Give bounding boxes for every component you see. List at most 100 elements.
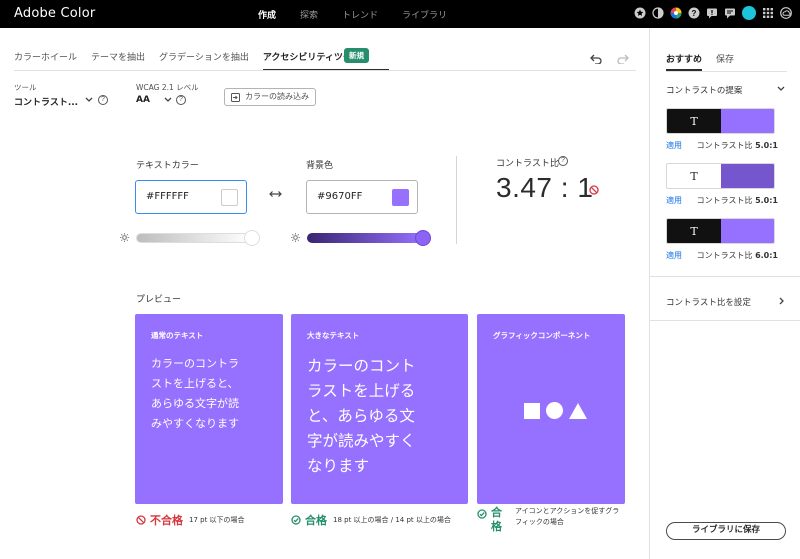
avatar[interactable] xyxy=(742,6,756,20)
top-bar: Adobe Color 作成 探索 トレンド ライブラリ ? xyxy=(0,0,800,28)
top-nav: 作成 探索 トレンド ライブラリ xyxy=(258,8,471,21)
chevron-down-icon[interactable] xyxy=(85,97,93,103)
tab-saved[interactable]: 保存 xyxy=(716,52,734,71)
card-sample-text: カラーのコントラ ストを上げると、 あらゆる文字が読 みやすくなります xyxy=(151,354,239,434)
chat-icon[interactable] xyxy=(724,7,736,19)
contrast-ratio-value: 3.47 : 1 xyxy=(496,172,594,203)
swap-colors-icon[interactable] xyxy=(269,190,282,198)
text-color-label: テキストカラー xyxy=(136,161,199,171)
suggestion-ratio: コントラスト比 6.0:1 xyxy=(697,250,778,261)
redo-icon[interactable] xyxy=(617,54,629,64)
help-icon[interactable]: ? xyxy=(558,156,568,166)
text-color-swatch[interactable] xyxy=(221,189,238,206)
suggestion-swatch[interactable]: T xyxy=(666,218,775,244)
large-text-result: 合格 18 pt 以上の場合 / 14 pt 以上の場合 xyxy=(291,512,451,528)
text-brightness-handle[interactable] xyxy=(244,230,260,246)
ratio-value: 5.0:1 xyxy=(755,196,778,205)
right-panel: おすすめ 保存 コントラストの提案 T 適用 コントラスト比 5.0:1 T 適… xyxy=(649,28,800,559)
import-colors-button[interactable]: カラーの読み込み xyxy=(224,88,316,106)
help-icon[interactable]: ? xyxy=(688,7,700,19)
card-text-line: なります xyxy=(307,457,370,475)
tab-extract-gradient[interactable]: グラデーションを抽出 xyxy=(159,50,249,71)
help-icon[interactable]: ? xyxy=(98,95,108,105)
preview-label: プレビュー xyxy=(136,295,182,305)
preview-card-normal-text: 通常のテキスト カラーのコントラ ストを上げると、 あらゆる文字が読 みやすくな… xyxy=(135,314,283,504)
triangle-icon xyxy=(569,402,587,419)
fail-icon xyxy=(589,185,599,195)
background-color-hex-input[interactable]: #9670FF xyxy=(306,180,418,214)
chevron-down-icon[interactable] xyxy=(164,97,172,103)
ratio-label: コントラスト比 xyxy=(696,141,753,150)
text-brightness-slider[interactable] xyxy=(136,233,252,243)
background-color-swatch[interactable] xyxy=(392,189,409,206)
color-wheel-icon[interactable] xyxy=(670,7,682,19)
undo-icon[interactable] xyxy=(590,54,602,64)
nav-libraries[interactable]: ライブラリ xyxy=(402,8,447,21)
card-title: 通常のテキスト xyxy=(151,331,204,340)
right-tabs-divider xyxy=(666,71,787,72)
help-icon[interactable]: ? xyxy=(176,95,186,105)
app-title[interactable]: Adobe Color xyxy=(14,6,95,21)
star-icon[interactable] xyxy=(634,7,646,19)
brightness-icon xyxy=(291,233,300,242)
tab-extract-theme[interactable]: テーマを抽出 xyxy=(91,50,145,71)
suggestion-swatch[interactable]: T xyxy=(666,108,775,134)
suggestion-text-sample: T xyxy=(667,164,721,188)
card-text-line: カラーのコント xyxy=(307,357,416,375)
suggestion-row: 適用 コントラスト比 5.0:1 xyxy=(666,195,778,206)
result-status: 不合格 xyxy=(150,514,183,527)
card-text-line: ストを上げると、 xyxy=(151,377,239,390)
ratio-value: 6.0:1 xyxy=(755,251,778,260)
top-icons: ? xyxy=(634,6,792,20)
text-color-hex-input[interactable]: #FFFFFF xyxy=(135,180,247,214)
suggestion-row: 適用 コントラスト比 6.0:1 xyxy=(666,250,778,261)
apply-link[interactable]: 適用 xyxy=(666,195,682,206)
panel-divider xyxy=(650,320,800,321)
square-icon xyxy=(524,402,540,419)
ratio-value: 5.0:1 xyxy=(755,141,778,150)
brightness-icon xyxy=(120,233,129,242)
suggestion-background xyxy=(721,164,774,188)
background-color-label: 背景色 xyxy=(306,161,334,171)
tab-color-wheel[interactable]: カラーホイール xyxy=(14,50,77,71)
suggestion-background xyxy=(721,109,774,133)
suggestion-swatch[interactable]: T xyxy=(666,163,775,189)
save-to-library-button[interactable]: ライブラリに保存 xyxy=(666,522,786,540)
card-text-line: と、あらゆる文 xyxy=(307,407,415,425)
contrast-ratio-label: コントラスト比 xyxy=(496,156,559,169)
result-note: アイコンとアクションを促すグラフィックの場合 xyxy=(515,507,620,526)
nav-create[interactable]: 作成 xyxy=(258,8,276,21)
feedback-icon[interactable] xyxy=(706,7,718,19)
background-brightness-handle[interactable] xyxy=(415,230,431,246)
card-sample-text: カラーのコント ラストを上げる と、あらゆる文 字が読みやすく なります xyxy=(307,354,416,479)
wcag-select[interactable]: AA xyxy=(136,95,150,105)
card-text-line: みやすくなります xyxy=(151,417,239,430)
preview-card-graphic-components: グラフィックコンポーネント xyxy=(477,314,625,504)
contrast-suggestions-title[interactable]: コントラストの提案 xyxy=(666,84,742,96)
pass-icon xyxy=(291,515,301,525)
right-panel-tabs: おすすめ 保存 xyxy=(666,52,748,71)
background-color-hex-value: #9670FF xyxy=(317,191,363,202)
apply-link[interactable]: 適用 xyxy=(666,140,682,151)
nav-trends[interactable]: トレンド xyxy=(342,8,378,21)
chevron-right-icon[interactable] xyxy=(779,297,785,305)
creative-cloud-icon[interactable] xyxy=(780,7,792,19)
card-title: グラフィックコンポーネント xyxy=(493,331,591,340)
tab-recommended[interactable]: おすすめ xyxy=(666,52,703,71)
tool-select[interactable]: コントラスト... xyxy=(14,95,78,108)
contrast-icon[interactable] xyxy=(652,7,664,19)
suggestion-ratio: コントラスト比 5.0:1 xyxy=(697,140,778,151)
result-note: 18 pt 以上の場合 / 14 pt 以上の場合 xyxy=(333,516,451,524)
import-icon xyxy=(231,93,240,102)
background-brightness-slider[interactable] xyxy=(307,233,423,243)
result-status: 合格 xyxy=(305,514,327,527)
result-note: 17 pt 以下の場合 xyxy=(189,516,245,524)
result-status: 合格 xyxy=(491,506,502,533)
set-contrast-ratio[interactable]: コントラスト比を設定 xyxy=(666,296,751,308)
card-text-line: 字が読みやすく xyxy=(307,432,416,450)
apps-grid-icon[interactable] xyxy=(762,7,774,19)
wcag-label: WCAG 2.1 レベル xyxy=(136,83,199,92)
chevron-down-icon[interactable] xyxy=(777,86,785,92)
apply-link[interactable]: 適用 xyxy=(666,250,682,261)
nav-explore[interactable]: 探索 xyxy=(300,8,318,21)
